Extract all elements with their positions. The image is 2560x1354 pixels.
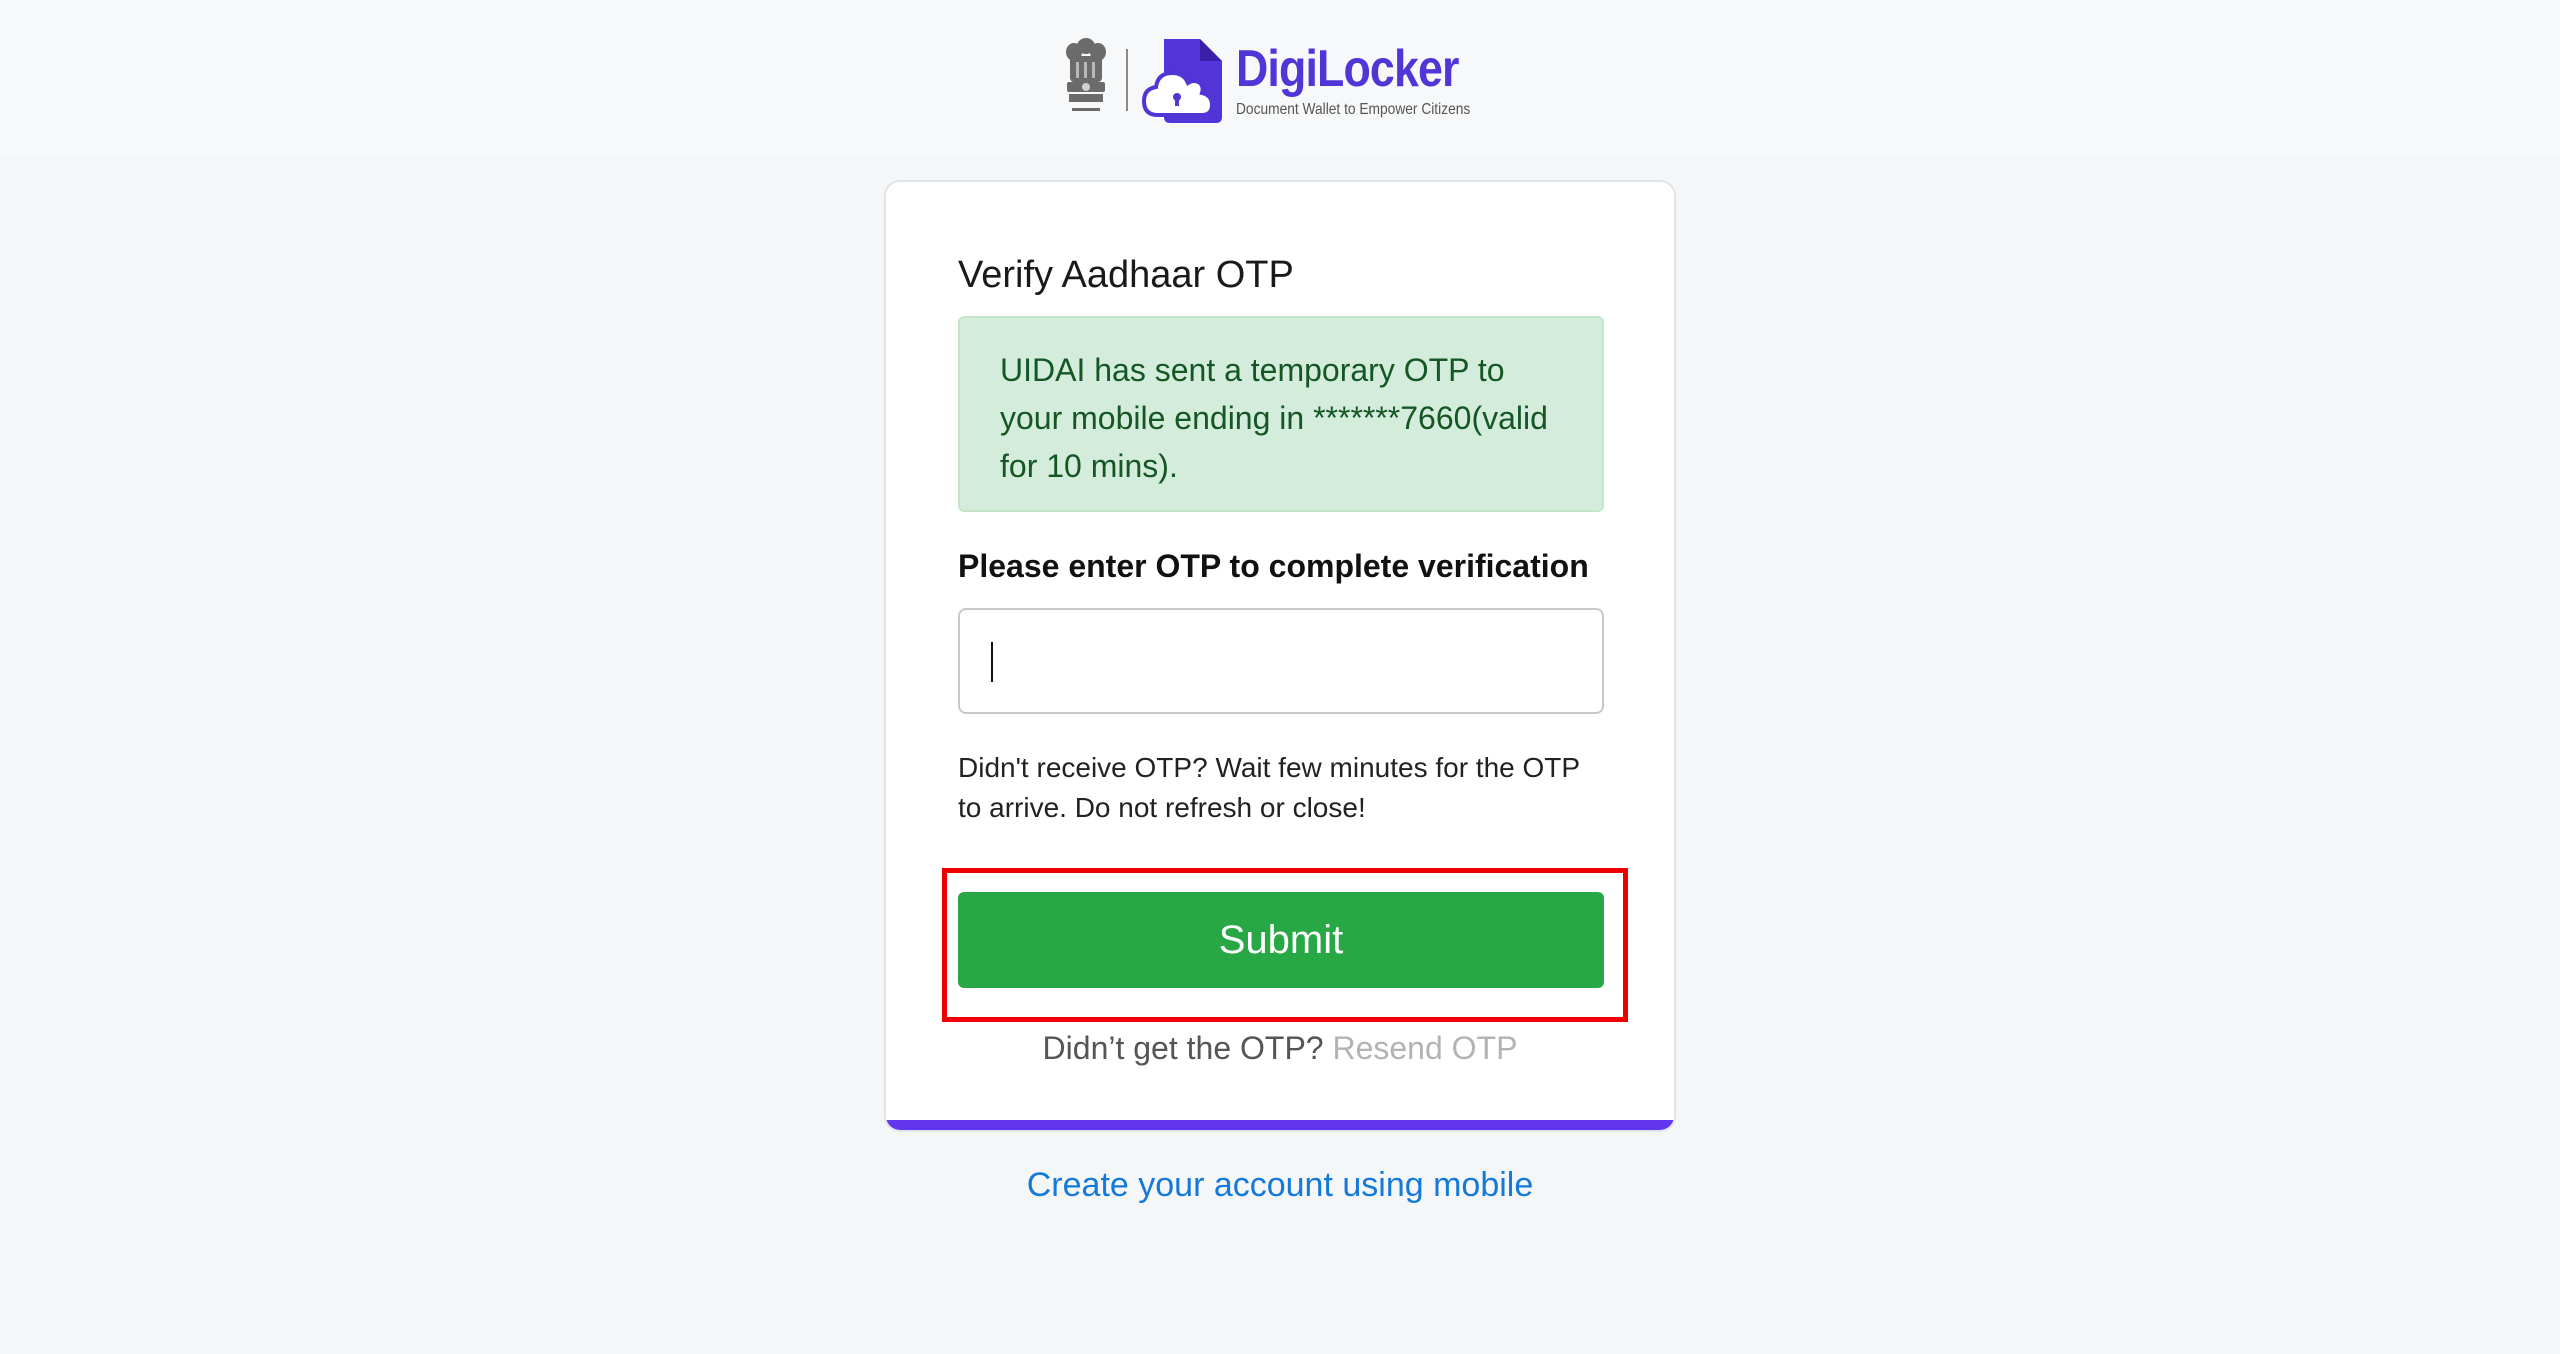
brand[interactable]: DigiLocker Document Wallet to Empower Ci… (1058, 30, 1508, 130)
page-title: Verify Aadhaar OTP (958, 254, 1294, 296)
brand-text: DigiLocker Document Wallet to Empower Ci… (1236, 40, 1508, 120)
brand-name: DigiLocker (1236, 40, 1459, 98)
resend-otp-link[interactable]: Resend OTP (1332, 1030, 1517, 1066)
resend-prompt: Didn’t get the OTP? (1042, 1030, 1333, 1066)
page-header: DigiLocker Document Wallet to Empower Ci… (0, 0, 2560, 155)
verify-otp-card: Verify Aadhaar OTP UIDAI has sent a temp… (884, 180, 1676, 1132)
card-accent-bar (886, 1120, 1674, 1130)
brand-divider (1126, 49, 1128, 111)
otp-sent-alert: UIDAI has sent a temporary OTP to your m… (958, 316, 1604, 512)
brand-tagline: Document Wallet to Empower Citizens (1236, 101, 1471, 118)
national-emblem-icon (1058, 34, 1114, 126)
cloud-lock-document-icon (1141, 35, 1228, 125)
otp-wait-hint: Didn't receive OTP? Wait few minutes for… (958, 752, 1580, 823)
create-account-link[interactable]: Create your account using mobile (0, 1166, 2560, 1205)
otp-field-label: Please enter OTP to complete verificatio… (958, 548, 1589, 584)
resend-row: Didn’t get the OTP? Resend OTP (886, 1030, 1674, 1067)
text-cursor (991, 642, 993, 682)
submit-button[interactable]: Submit (958, 892, 1604, 988)
otp-input[interactable] (958, 608, 1604, 714)
